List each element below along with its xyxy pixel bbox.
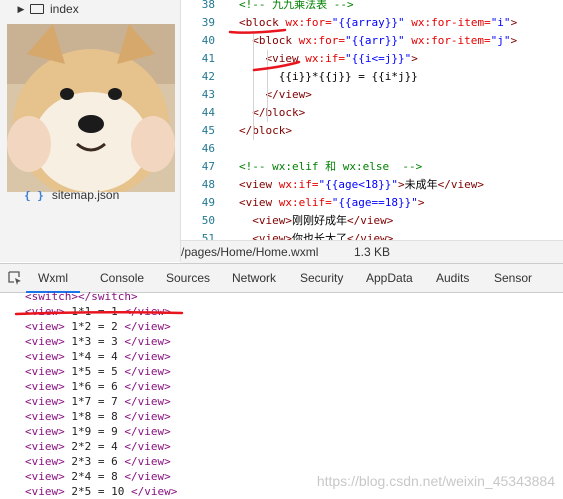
editor-statusbar: /pages/Home/Home.wxml 1.3 KB (181, 240, 563, 263)
wxml-node[interactable]: <view> 1*6 = 6 </view> (25, 379, 171, 394)
tab-network[interactable]: Network (232, 264, 276, 293)
wxml-node[interactable]: <view> 1*3 = 3 </view> (25, 334, 171, 349)
tab-audits[interactable]: Audits (436, 264, 469, 293)
wxml-node[interactable]: <view> 2*2 = 4 </view> (25, 439, 171, 454)
code-line[interactable]: 51 <view>你也长大了</view> (181, 230, 563, 240)
tree-file-sitemap[interactable]: { } sitemap.json (0, 186, 119, 204)
line-number: 48 (201, 178, 215, 191)
code-text: <view>你也长大了</view> (239, 232, 394, 240)
code-line[interactable]: 42 {{i}}*{{j}} = {{i*j}} (181, 68, 563, 86)
code-line[interactable]: 44 </block> (181, 104, 563, 122)
folder-icon (30, 4, 44, 14)
code-line[interactable]: 49 <view wx:elif="{{age==18}}"> (181, 194, 563, 212)
indent-guide (253, 32, 254, 140)
inspect-element-icon[interactable] (8, 271, 22, 285)
code-line[interactable]: 47 <!-- wx:elif 和 wx:else --> (181, 158, 563, 176)
code-line[interactable]: 43 </view> (181, 86, 563, 104)
wxml-node[interactable]: <switch></switch> (25, 289, 138, 304)
file-path: /pages/Home/Home.wxml (181, 245, 319, 259)
code-line[interactable]: 45 </block> (181, 122, 563, 140)
file-label: sitemap.json (51, 188, 120, 202)
expand-arrow-icon[interactable]: ▶ (14, 4, 28, 15)
line-number: 38 (201, 0, 215, 11)
wxml-node[interactable]: <view> 1*7 = 7 </view> (25, 394, 171, 409)
editor-area: ▶ index { } sitemap.json 38 <!-- 九九乘法表 --… (0, 0, 563, 263)
red-underline-mark (228, 28, 287, 34)
red-underline-mark (14, 310, 184, 316)
wxml-node[interactable]: <view> 1*2 = 2 </view> (25, 319, 171, 334)
wxml-node[interactable]: <view> 2*5 = 10 </view> (25, 484, 177, 499)
line-number: 49 (201, 196, 215, 209)
file-size: 1.3 KB (354, 245, 391, 259)
code-text: </block> (239, 106, 306, 119)
wxml-node[interactable]: <view> 1*9 = 9 </view> (25, 424, 171, 439)
wxml-node[interactable]: <view> 1*5 = 5 </view> (25, 364, 171, 379)
line-number: 45 (201, 124, 215, 137)
line-number: 46 (201, 142, 215, 155)
code-line[interactable]: 41 <view wx:if="{{i<=j}}"> (181, 50, 563, 68)
code-line[interactable]: 50 <view>刚刚好成年</view> (181, 212, 563, 230)
wxml-node[interactable]: <view> 2*3 = 6 </view> (25, 454, 171, 469)
code-text: </view> (239, 88, 312, 101)
line-number: 41 (201, 52, 215, 65)
wxml-node[interactable]: <view> 1*4 = 4 </view> (25, 349, 171, 364)
json-file-icon: { } (24, 188, 44, 202)
code-text: <view>刚刚好成年</view> (239, 214, 394, 227)
line-number: 51 (201, 232, 215, 240)
tab-appdata[interactable]: AppData (366, 264, 413, 293)
code-text: <!-- wx:elif 和 wx:else --> (239, 160, 423, 173)
watermark: https://blog.csdn.net/weixin_45343884 (316, 473, 555, 489)
tab-sources[interactable]: Sources (166, 264, 210, 293)
folder-label: index (50, 2, 79, 16)
code-editor[interactable]: 38 <!-- 九九乘法表 --> 39 <block wx:for="{{array… (181, 0, 563, 240)
line-number: 47 (201, 160, 215, 173)
code-text: <!-- 九九乘法表 --> (239, 0, 354, 11)
line-number: 39 (201, 16, 215, 29)
tab-sensor[interactable]: Sensor (494, 264, 532, 293)
line-number: 50 (201, 214, 215, 227)
doge-image (7, 24, 175, 192)
red-underline-mark (252, 60, 301, 72)
code-text: </block> (239, 124, 292, 137)
tab-security[interactable]: Security (300, 264, 343, 293)
code-line[interactable]: 38 <!-- 九九乘法表 --> (181, 0, 563, 14)
wxml-node[interactable]: <view> 1*8 = 8 </view> (25, 409, 171, 424)
line-number: 40 (201, 34, 215, 47)
code-line[interactable]: 48 <view wx:if="{{age<18}}">未成年</view> (181, 176, 563, 194)
file-tree: ▶ index { } sitemap.json (0, 0, 181, 262)
wxml-panel: <switch></switch> <view> 1*1 = 1 </view> <… (0, 290, 563, 499)
code-text: <view wx:elif="{{age==18}}"> (239, 196, 425, 209)
code-text: <view wx:if="{{age<18}}">未成年</view> (239, 178, 484, 191)
line-number: 44 (201, 106, 215, 119)
code-line[interactable]: 46 (181, 140, 563, 158)
wxml-node[interactable]: <view> 2*4 = 8 </view> (25, 469, 171, 484)
line-number: 42 (201, 70, 215, 83)
line-number: 43 (201, 88, 215, 101)
tree-folder-index[interactable]: ▶ index (0, 0, 79, 18)
